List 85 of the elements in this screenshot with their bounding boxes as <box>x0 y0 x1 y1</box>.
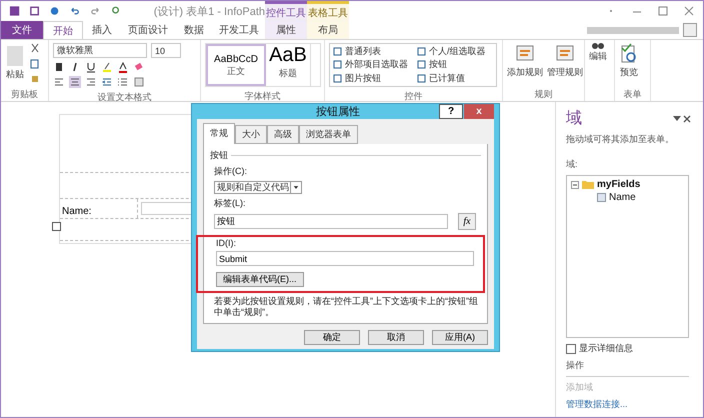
align-right-icon[interactable] <box>85 76 97 88</box>
style-gallery-item[interactable]: AaB 标题 <box>266 44 310 86</box>
control-gallery-item[interactable]: 个人/组选取器 <box>417 45 489 58</box>
tree-label: 域: <box>566 158 579 171</box>
id-label: ID(I): <box>216 238 237 248</box>
help-button[interactable]: ? <box>439 104 463 119</box>
edit-code-button[interactable]: 编辑表单代码(E)... <box>216 272 304 287</box>
outdent-icon[interactable] <box>101 76 113 88</box>
ribbon-tab[interactable]: 数据 <box>175 21 213 39</box>
table-handle[interactable] <box>52 222 61 231</box>
dialog-tab[interactable]: 浏览器表单 <box>299 125 358 144</box>
undo-icon[interactable] <box>69 5 80 17</box>
eraser-icon[interactable] <box>133 61 145 73</box>
close-button[interactable]: x <box>464 104 494 119</box>
action-label: 操作(C): <box>214 165 248 178</box>
help-note: 若要为此按钮设置规则，请在“控件工具”上下文选项卡上的“按钮”组中单击“规则”。 <box>214 296 479 318</box>
cut-icon[interactable] <box>29 43 41 55</box>
list-icon[interactable] <box>117 76 129 88</box>
tree-field-item[interactable]: Name <box>571 192 684 203</box>
ribbon-tab[interactable]: 文件 <box>1 21 43 39</box>
paste-button[interactable]: 粘贴 <box>5 43 25 81</box>
tree-group-item[interactable]: myFields <box>571 179 684 190</box>
font-color-icon[interactable] <box>117 61 129 73</box>
control-gallery-item[interactable]: 已计算值 <box>417 72 489 85</box>
ribbon-tab[interactable]: 开始 <box>43 21 83 39</box>
maximize-icon[interactable] <box>657 5 669 17</box>
group-label: 设置文本格式 <box>96 91 152 104</box>
control-gallery-item[interactable]: 按钮 <box>417 58 489 72</box>
edit-button[interactable]: 编辑 <box>589 43 607 63</box>
field-label: Name: <box>60 199 138 218</box>
font-name-field[interactable]: 微软雅黑 <box>53 43 147 58</box>
align-left-icon[interactable] <box>53 76 65 88</box>
manage-connections-link[interactable]: 管理数据连接... <box>566 398 693 411</box>
dialog-button[interactable]: 确定 <box>304 330 360 345</box>
group-label: 剪贴板 <box>10 88 39 101</box>
binoculars-icon <box>592 43 604 49</box>
control-gallery-item[interactable]: 普通列表 <box>333 45 417 58</box>
window-title: (设计) 表单1 - InfoPath <box>154 4 266 18</box>
group-label: 规则 <box>534 88 554 101</box>
dialog-tab[interactable]: 常规 <box>203 123 235 144</box>
shading-icon[interactable] <box>133 76 145 88</box>
group-label: 控件 <box>404 90 424 103</box>
dialog-title: 按钮属性 <box>315 105 361 119</box>
ribbon-tab[interactable]: 插入 <box>83 21 121 39</box>
action-dropdown[interactable]: 规则和自定义代码 <box>214 181 302 194</box>
preview-button[interactable]: 预览 <box>619 43 639 79</box>
caption-label: 标签(L): <box>214 197 246 210</box>
formula-button[interactable]: fx <box>458 213 476 230</box>
dialog-tab[interactable]: 高级 <box>267 125 299 144</box>
rule-button[interactable]: 管理规则 <box>547 43 583 79</box>
style-gallery-item[interactable]: AaBbCcD 正文 <box>206 44 266 86</box>
group-label: 字体样式 <box>244 90 282 103</box>
clipboard-icon <box>5 43 25 67</box>
dropdown-icon[interactable] <box>673 116 681 122</box>
save-icon[interactable] <box>29 5 40 17</box>
close-icon[interactable] <box>681 112 693 124</box>
group-label: 表单 <box>622 88 642 101</box>
pane-hint: 拖动域可将其添加至表单。 <box>566 133 675 146</box>
ribbon-tab[interactable]: 开发工具 <box>213 21 265 39</box>
caret-icon[interactable] <box>290 182 301 193</box>
control-gallery-item[interactable]: 图片按钮 <box>333 72 417 85</box>
dialog-button[interactable]: 取消 <box>368 330 424 345</box>
section-label: 操作 <box>566 359 585 372</box>
control-gallery-item[interactable]: 外部项目选取器 <box>333 58 417 72</box>
ribbon-tab[interactable]: 布局 <box>307 21 349 39</box>
close-icon[interactable] <box>683 5 695 17</box>
align-center-icon[interactable] <box>69 76 81 88</box>
id-field[interactable]: Submit <box>216 251 474 266</box>
font-size-field[interactable]: 10 <box>151 43 181 58</box>
collapse-icon[interactable] <box>571 180 579 188</box>
dialog-tab[interactable]: 大小 <box>235 125 267 144</box>
section-heading: 按钮 <box>210 149 228 162</box>
ribbon-tab[interactable]: 页面设计 <box>121 21 175 39</box>
highlight-icon[interactable] <box>101 61 113 73</box>
redo-icon[interactable] <box>90 5 101 17</box>
pane-title: 域 <box>566 108 582 129</box>
field-icon <box>597 193 606 202</box>
dialog-button[interactable]: 应用(A) <box>432 330 488 345</box>
app-logo-icon[interactable] <box>9 5 20 17</box>
show-details-checkbox[interactable]: 显示详细信息 <box>566 342 693 355</box>
folder-icon <box>582 180 594 189</box>
ribbon-tab[interactable]: 属性 <box>265 21 307 39</box>
underline-icon[interactable] <box>85 61 97 73</box>
caption-field[interactable]: 按钮 <box>214 214 448 229</box>
rule-button[interactable]: 添加规则 <box>507 43 543 79</box>
